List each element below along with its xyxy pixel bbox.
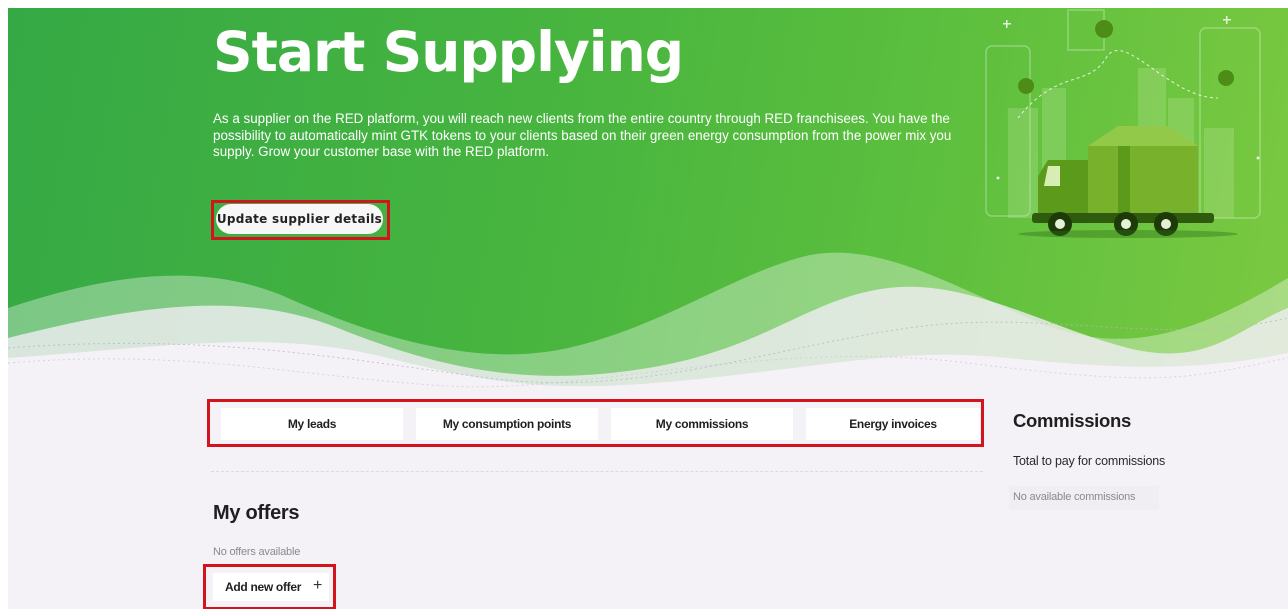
supply-truck-illustration (985, 9, 1261, 238)
supplier-page: Start Supplying As a supplier on the RED… (8, 8, 1288, 609)
plus-icon: + (313, 577, 323, 594)
no-commissions-text: No available commissions (1013, 491, 1136, 503)
add-new-offer-button[interactable]: Add new offer + (213, 573, 329, 601)
no-offers-text: No offers available (213, 546, 301, 558)
commissions-title: Commissions (1013, 410, 1132, 431)
commissions-subtitle: Total to pay for commissions (1013, 454, 1166, 468)
tab-my-commissions[interactable]: My commissions (611, 408, 793, 440)
tab-my-consumption-points[interactable]: My consumption points (416, 408, 598, 440)
my-offers-title: My offers (213, 502, 300, 524)
page-title: Start Supplying (213, 20, 684, 84)
tabs-bar: My leads My consumption points My commis… (216, 408, 980, 440)
tab-my-leads[interactable]: My leads (221, 408, 403, 440)
add-new-offer-label: Add new offer (225, 580, 302, 594)
section-divider (211, 471, 983, 472)
hero-banner: Start Supplying As a supplier on the RED… (8, 8, 1288, 408)
hero-wave-decoration (8, 252, 1288, 408)
update-supplier-details-button[interactable]: Update supplier details (216, 204, 383, 234)
hero-description: As a supplier on the RED platform, you w… (213, 111, 952, 159)
tab-energy-invoices[interactable]: Energy invoices (806, 408, 980, 440)
